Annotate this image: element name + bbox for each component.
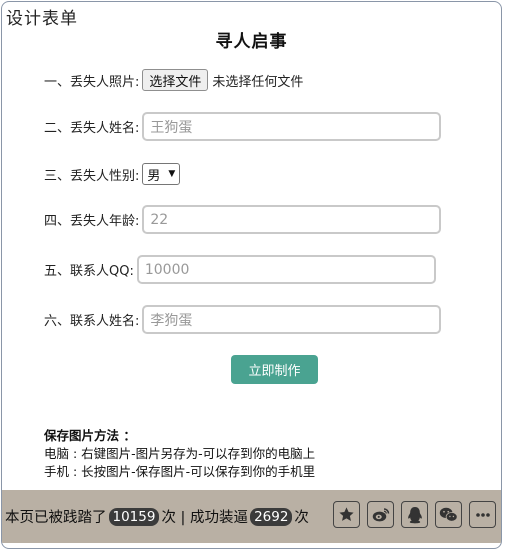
contact-name-label: 六、联系人姓名: xyxy=(44,314,140,329)
choose-file-button[interactable]: 选择文件 xyxy=(142,69,209,91)
success-count: 2692 xyxy=(250,507,293,526)
photo-row: 一、丢失人照片: 选择文件 未选择任何文件 xyxy=(44,69,303,91)
footer-text-1: 本页已被践踏了 xyxy=(5,510,107,526)
gender-row: 三、丢失人性别: 男 ▼ xyxy=(44,163,181,185)
age-label: 四、丢失人年龄: xyxy=(44,214,140,229)
name-label: 二、丢失人姓名: xyxy=(44,121,140,136)
submit-button[interactable]: 立即制作 xyxy=(231,355,318,384)
dropdown-arrow-icon: ▼ xyxy=(168,169,176,179)
qq-label: 五、联系人QQ: xyxy=(44,264,134,279)
help-heading: 保存图片方法 ： xyxy=(44,428,136,443)
visit-count: 10159 xyxy=(108,507,160,526)
footer-bar: 本页已被践踏了 10159 次 | 成功装逼 2692 次 xyxy=(2,490,501,543)
save-help: 保存图片方法 ： 电脑 : 右键图片-图片另存为-可以存到你的电脑上 手机 : … xyxy=(44,427,315,481)
help-line-pc: 电脑 : 右键图片-图片另存为-可以存到你的电脑上 xyxy=(44,446,316,461)
footer-text-2: 次 | 成功装逼 xyxy=(161,510,249,526)
gender-label: 三、丢失人性别: xyxy=(44,168,140,184)
more-icon[interactable] xyxy=(469,501,496,528)
corner-title: 设计表单 xyxy=(6,9,78,29)
name-row: 二、丢失人姓名: 王狗蛋 xyxy=(44,112,442,141)
gender-select[interactable]: 男 ▼ xyxy=(142,163,181,185)
qq-row: 五、联系人QQ: 10000 xyxy=(44,255,436,284)
qq-input[interactable]: 10000 xyxy=(136,255,436,284)
contact-name-input[interactable]: 李狗蛋 xyxy=(142,305,442,334)
age-input[interactable]: 22 xyxy=(142,205,442,234)
file-status: 未选择任何文件 xyxy=(212,74,304,90)
qq-icon[interactable] xyxy=(401,501,428,528)
page-title: 寻人启事 xyxy=(215,32,288,52)
wechat-icon[interactable] xyxy=(435,501,462,528)
form-card: 设计表单 寻人启事 一、丢失人照片: 选择文件 未选择任何文件 二、丢失人姓名:… xyxy=(1,1,502,549)
footer-text-3: 次 xyxy=(294,510,309,526)
age-row: 四、丢失人年龄: 22 xyxy=(44,205,442,234)
gender-selected: 男 xyxy=(147,168,161,184)
weibo-icon[interactable] xyxy=(367,501,394,528)
star-icon[interactable] xyxy=(333,501,360,528)
name-input[interactable]: 王狗蛋 xyxy=(142,112,442,141)
help-line-mobile: 手机 : 长按图片-保存图片-可以保存到你的手机里 xyxy=(44,464,316,479)
contact-name-row: 六、联系人姓名: 李狗蛋 xyxy=(44,305,442,334)
share-icons xyxy=(333,501,496,528)
photo-label: 一、丢失人照片: xyxy=(44,74,140,90)
